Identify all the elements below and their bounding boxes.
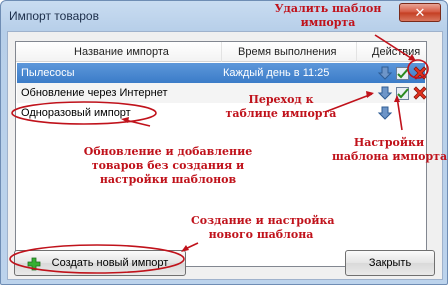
header-divider xyxy=(356,42,357,62)
window-title: Импорт товаров xyxy=(9,9,99,23)
table-row[interactable]: Одноразовый импорт xyxy=(17,103,425,123)
settings-check-icon[interactable] xyxy=(395,65,411,81)
create-import-label: Создать новый импорт xyxy=(51,257,169,269)
annotation-line: Обновление и добавление xyxy=(83,145,253,158)
delete-x-icon[interactable] xyxy=(412,85,428,101)
annotation-line: Создание и настройка xyxy=(191,214,335,227)
annotation-line: товаров без создания и xyxy=(91,159,245,172)
table-row[interactable]: Пылесосы Каждый день в 11:25 xyxy=(17,63,428,83)
close-button-label: Закрыть xyxy=(368,257,412,269)
annotation-line: Переход к xyxy=(248,93,314,106)
header-divider xyxy=(221,42,222,62)
annotation-delete-template: Удалить шаблон импорта xyxy=(265,2,391,30)
settings-check-icon[interactable] xyxy=(395,85,411,101)
import-arrow-icon[interactable] xyxy=(377,85,393,101)
import-name: Обновление через Интернет xyxy=(21,87,168,99)
annotation-line: Настройки xyxy=(353,136,425,149)
close-icon[interactable]: ✕ xyxy=(415,5,426,20)
annotation-go-to-table: Переход к таблице импорта xyxy=(225,93,337,121)
window-close-button[interactable]: ✕ xyxy=(399,3,441,22)
annotation-line: шаблона импорта xyxy=(332,150,448,163)
column-header-time[interactable]: Время выполнения xyxy=(238,46,337,58)
table-row[interactable]: Обновление через Интернет xyxy=(17,83,428,103)
annotation-line: таблице импорта xyxy=(225,107,337,120)
create-import-button[interactable]: Создать новый импорт xyxy=(14,250,186,276)
annotation-line: Удалить шаблон xyxy=(274,2,382,15)
import-arrow-icon[interactable] xyxy=(377,105,393,121)
column-header-actions[interactable]: Действия xyxy=(372,46,420,58)
import-schedule: Каждый день в 11:25 xyxy=(223,67,330,79)
delete-x-icon[interactable] xyxy=(412,65,428,81)
import-name: Пылесосы xyxy=(21,67,75,79)
close-button[interactable]: Закрыть xyxy=(345,250,435,276)
import-arrow-icon[interactable] xyxy=(377,65,393,81)
annotation-create-new: Создание и настройка нового шаблона xyxy=(191,214,335,242)
annotation-one-time-import: Обновление и добавление товаров без созд… xyxy=(83,145,253,187)
annotation-line: импорта xyxy=(300,16,356,29)
import-name: Одноразовый импорт xyxy=(21,107,131,119)
annotation-template-settings: Настройки шаблона импорта xyxy=(332,136,448,164)
table-header: Название импорта Время выполнения Действ… xyxy=(16,42,426,62)
column-header-name[interactable]: Название импорта xyxy=(74,46,169,58)
plus-icon xyxy=(27,256,41,271)
annotation-line: настройки шаблонов xyxy=(99,173,237,186)
annotation-line: нового шаблона xyxy=(208,228,314,241)
